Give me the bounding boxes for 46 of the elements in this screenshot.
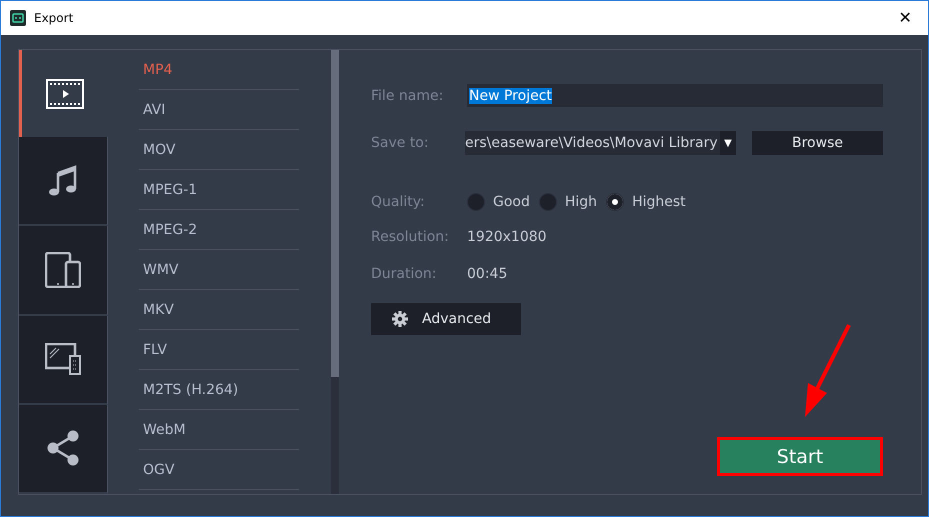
file-name-field[interactable]: New Project [467,84,883,107]
format-item[interactable]: WMV [139,250,299,290]
category-tab[interactable] [19,404,108,494]
format-item[interactable]: MKV [139,290,299,330]
format-item[interactable]: MP4 [139,50,299,90]
radio-label: Highest [632,194,686,210]
radio-button[interactable] [606,193,624,211]
caret-icon: ▼ [720,131,736,155]
radio-label: High [564,194,598,210]
format-item[interactable]: MPEG-2 [139,210,299,250]
resolution-value: 1920x1080 [467,229,547,245]
app-logo-icon [10,10,26,26]
music-note-icon [49,164,77,197]
tv-remote-icon [45,343,81,376]
share-icon [46,429,80,468]
category-tab[interactable] [19,316,108,405]
field-label: Quality: [371,194,426,210]
radio-button[interactable] [538,193,557,211]
film-icon [46,78,84,109]
format-item[interactable]: WebM [139,410,299,450]
tablet-phone-icon [45,252,81,288]
browse-button[interactable]: Browse [752,131,883,155]
scrollbar[interactable] [331,50,339,494]
field-label: Save to: [371,135,430,151]
scrollbar-thumb[interactable] [331,50,339,377]
duration-value: 00:45 [467,266,508,282]
format-item[interactable]: MPEG-1 [139,170,299,210]
format-item[interactable]: MOV [139,130,299,170]
advanced-button[interactable]: Advanced [371,303,521,335]
window-title: Export [34,11,74,25]
field-value: New Project [469,88,552,104]
category-tab[interactable] [19,226,108,316]
format-item[interactable]: FLV [139,330,299,370]
field-label: Duration: [371,266,438,282]
field-label: File name: [371,88,444,104]
format-item[interactable]: M2TS (H.264) [139,370,299,410]
close-button[interactable]: ✕ [882,1,928,35]
format-item[interactable]: AVI [139,90,299,130]
field-label: Resolution: [371,229,450,245]
save-path-dropdown[interactable]: ers\easeware\Videos\Movavi Library ▼ [465,131,736,155]
category-tab[interactable] [19,137,108,226]
radio-label: Good [493,194,530,210]
gear-icon [392,311,408,327]
radio-button[interactable] [467,193,485,211]
format-item[interactable]: OGV [139,450,299,490]
start-button[interactable]: Start [717,437,883,476]
